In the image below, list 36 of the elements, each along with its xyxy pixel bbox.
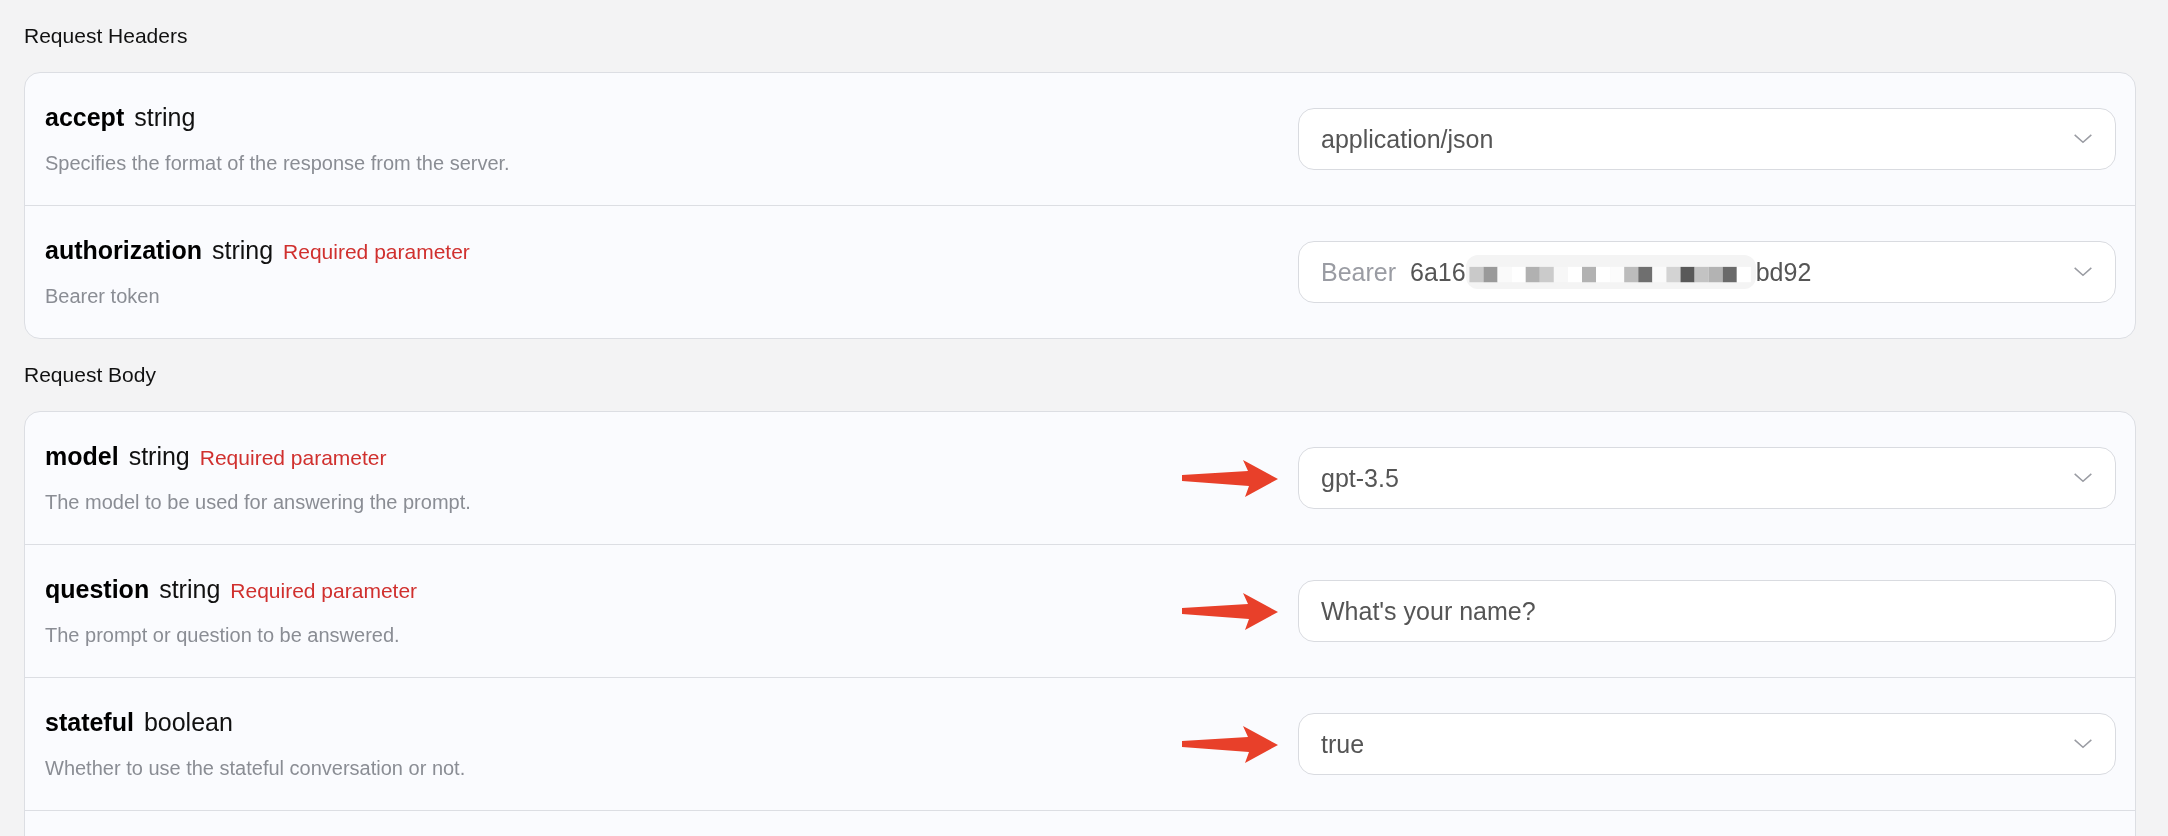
parameter-type: boolean — [143, 708, 233, 737]
token-prefix: Bearer — [1321, 257, 1397, 287]
token-start: 6a16 — [1410, 257, 1466, 287]
select-field[interactable]: true — [1298, 713, 2116, 775]
parameter-description: Whether to use the stateful conversation or not. — [45, 757, 467, 780]
parameter-type: string — [211, 236, 274, 265]
parameter-type: string — [134, 103, 196, 132]
section-heading: Request Body — [24, 362, 157, 388]
required-label: Required parameter — [199, 446, 387, 470]
input-field[interactable]: What's your name? — [1298, 580, 2116, 642]
field-value: What's your name? — [1321, 596, 1536, 626]
parameter-description: The model to be used for answering the prompt. — [45, 491, 472, 514]
token-end: bd92 — [1755, 257, 1812, 287]
parameter-name: question — [45, 575, 150, 604]
parameter-description: Bearer token — [45, 285, 161, 308]
parameter-type: string — [128, 442, 190, 471]
section-heading: Request Headers — [24, 23, 189, 49]
field-value: gpt-3.5 — [1321, 463, 1399, 493]
parameter-description: Specifies the format of the response from the server. — [45, 152, 511, 175]
chevron-down-icon — [2073, 266, 2093, 278]
required-label: Required parameter — [283, 240, 470, 264]
chevron-down-icon — [2073, 472, 2093, 484]
select-field[interactable]: gpt-3.5 — [1298, 447, 2116, 509]
select-field[interactable]: Bearer 6a16 bd92 — [1298, 241, 2116, 303]
field-value: application/json — [1321, 124, 1494, 154]
parameter-description: The prompt or question to be answered. — [45, 624, 401, 647]
parameter-name: stateful — [45, 708, 134, 737]
chevron-down-icon — [2073, 738, 2093, 750]
parameter-name: accept — [45, 103, 125, 132]
parameter-name: authorization — [45, 236, 202, 265]
field-value: true — [1321, 729, 1365, 759]
parameter-type: string — [159, 575, 221, 604]
chevron-down-icon — [2073, 133, 2093, 145]
required-label: Required parameter — [230, 579, 418, 603]
parameter-name: model — [45, 442, 119, 471]
select-field[interactable]: application/json — [1298, 108, 2116, 170]
